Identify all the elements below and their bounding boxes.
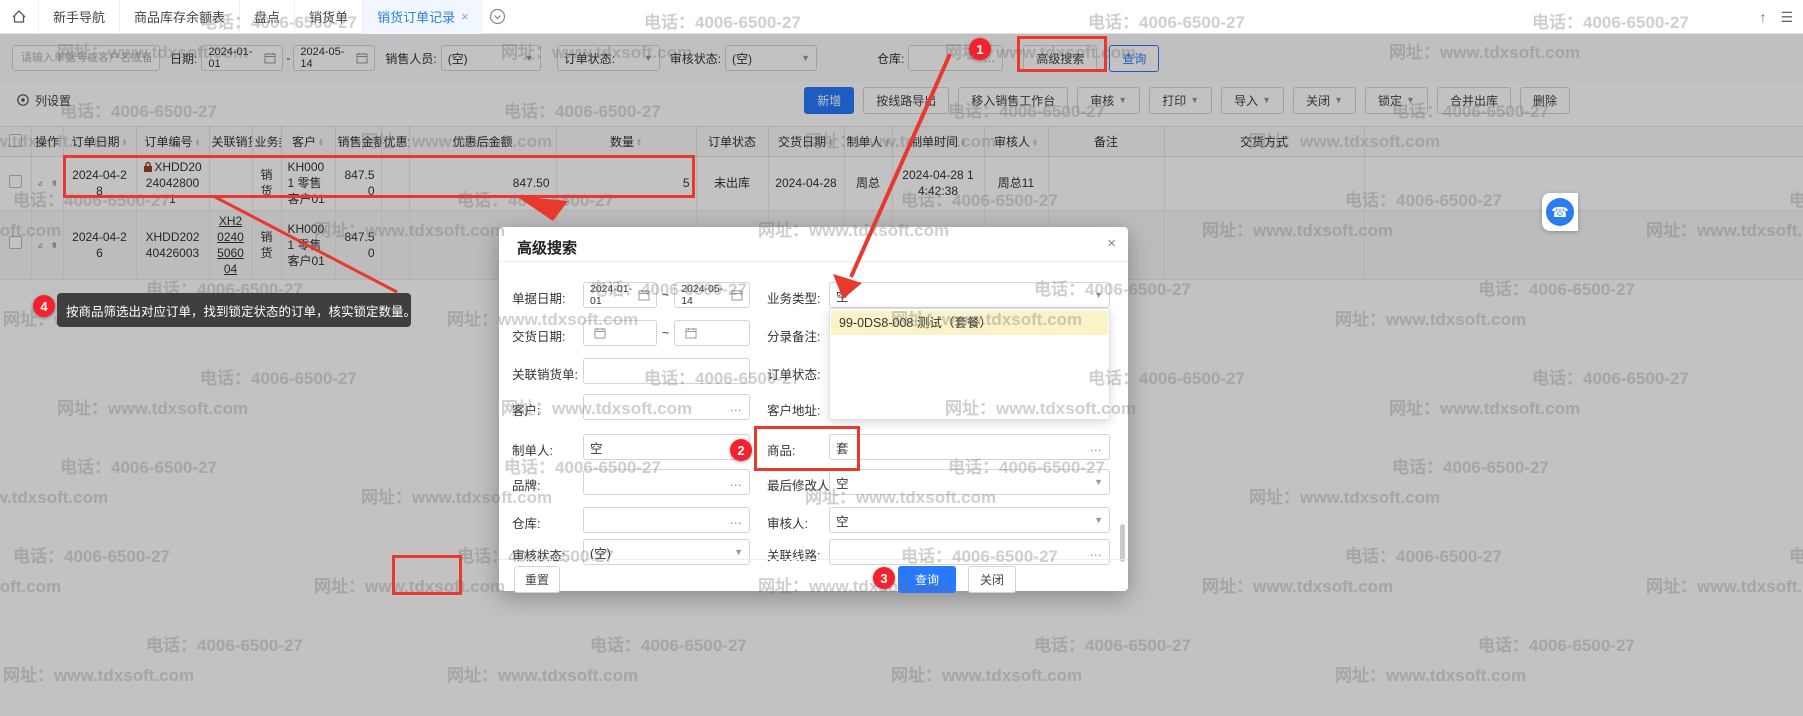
tab-label: 商品库存余额表 [134,7,225,26]
support-widget[interactable]: ☎ [1542,193,1578,231]
text-input[interactable]: … [583,469,750,495]
field-label: 业务类型: [767,288,820,307]
tab-3[interactable]: 盘点 [239,0,294,34]
chevron-down-icon: ▼ [1094,290,1103,300]
text-input[interactable]: 套… [829,434,1110,460]
tab-5[interactable]: 销货订单记录 × [362,0,483,34]
date-input[interactable]: 2024-05-14 [674,282,750,308]
date-input[interactable] [583,320,657,346]
field-label: 单据日期: [512,288,565,307]
ellipsis-icon[interactable]: … [1090,545,1104,559]
field-label: 审核人: [767,513,808,532]
ellipsis-icon[interactable]: … [730,513,744,527]
home-icon[interactable] [0,9,38,25]
menu-icon[interactable]: ☰ [1780,9,1793,26]
date-input[interactable]: 2024-01-01 [583,282,657,308]
select-input[interactable]: (空)▼ [583,539,750,565]
business-type-combobox[interactable]: 空▼ [829,282,1110,308]
field-label: 订单状态: [767,364,820,383]
dialog-query-button[interactable]: 查询 [898,566,956,593]
tab-list-dropdown-icon[interactable] [489,8,506,25]
tab-label: 新手导航 [53,7,105,26]
field-label: 客户地址: [767,400,820,419]
scroll-top-icon[interactable]: ↑ [1759,9,1766,25]
advanced-search-dialog: 高级搜索 × 单据日期:2024-01-01~2024-05-14交货日期:~关… [499,227,1128,591]
chevron-down-icon: ▼ [734,547,743,557]
field-label: 交货日期: [512,326,565,345]
tab-1[interactable]: 新手导航 [38,0,119,34]
text-input[interactable]: … [583,394,750,420]
tab-4[interactable]: 销货单 [294,0,362,34]
text-input[interactable]: … [583,507,750,533]
calendar-icon [638,289,650,301]
tab-bar: 新手导航 商品库存余额表 盘点 销货单 销货订单记录 × ↑ ☰ [0,0,1803,34]
dropdown-option[interactable]: 99-0DS8-008 测试（套餐） [831,311,1108,335]
ellipsis-icon[interactable]: … [730,475,744,489]
tab-label: 销货单 [309,7,348,26]
calendar-icon [731,289,743,301]
dialog-title: 高级搜索 [517,237,577,258]
dialog-scrollbar[interactable] [1120,524,1125,562]
field-label: 客户: [512,400,540,419]
tab-close-icon[interactable]: × [461,9,469,24]
business-type-dropdown-panel: 99-0DS8-008 测试（套餐） [829,308,1110,420]
tab-2[interactable]: 商品库存余额表 [119,0,239,34]
calendar-icon [594,327,606,339]
text-input[interactable] [583,358,750,384]
select-input[interactable]: 空▼ [829,507,1110,533]
field-label: 关联销货单: [512,364,578,383]
text-input[interactable]: … [829,539,1110,565]
tab-label: 销货订单记录 [377,7,455,26]
headset-icon: ☎ [1546,198,1574,226]
ellipsis-icon[interactable]: … [730,400,744,414]
field-label: 最后修改人: [767,475,833,494]
calendar-icon [685,327,697,339]
field-label: 分录备注: [767,326,820,345]
select-input[interactable]: 空▼ [829,469,1110,495]
dialog-close-icon[interactable]: × [1107,235,1116,252]
app-screen: 新手导航商品库存余额表盘点销货单销货订单记录× ↑ ☰ 日期: 2024-01-… [0,0,1803,716]
field-label: 审核状态: [512,545,565,564]
date-input[interactable] [674,320,750,346]
reset-button[interactable]: 重置 [514,566,560,593]
chevron-down-icon: ▼ [1094,515,1103,525]
field-label: 关联线路: [767,545,820,564]
field-label: 品牌: [512,475,540,494]
field-label: 制单人: [512,440,553,459]
text-input[interactable]: 空 [583,434,750,460]
field-label: 仓库: [512,513,540,532]
field-label: 商品: [767,440,795,459]
dialog-close-button[interactable]: 关闭 [968,566,1016,593]
tab-label: 盘点 [254,7,280,26]
chevron-down-icon: ▼ [1094,477,1103,487]
ellipsis-icon[interactable]: … [1090,440,1104,454]
